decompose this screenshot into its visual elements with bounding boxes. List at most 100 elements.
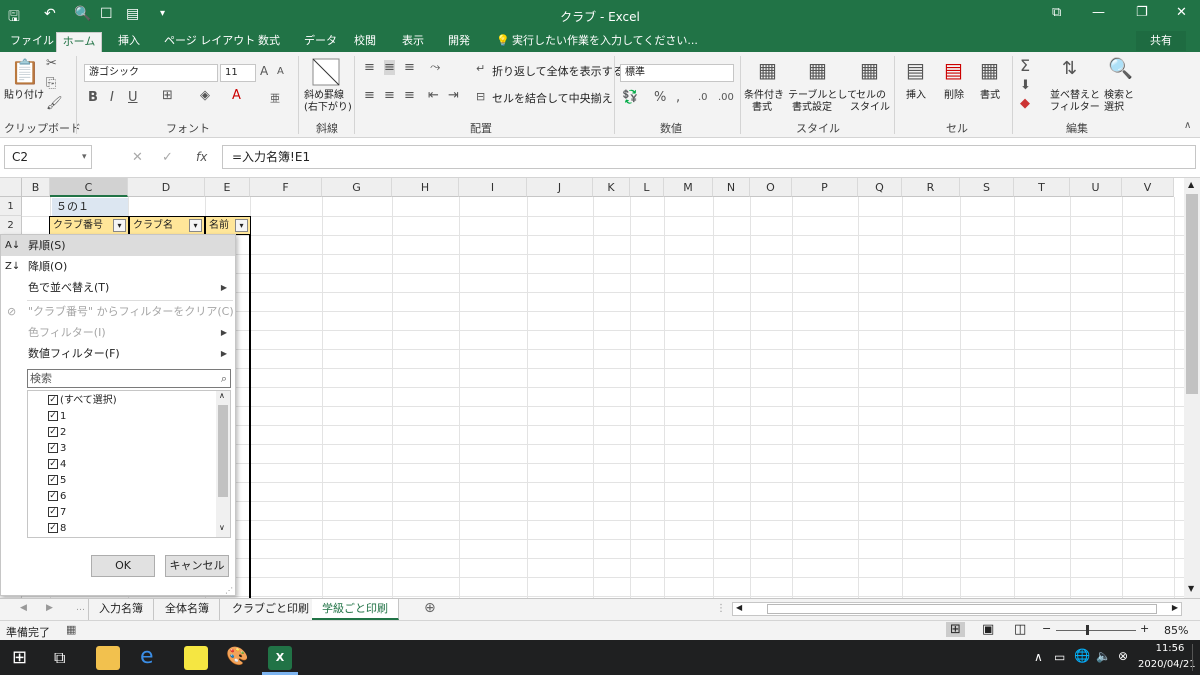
paste-button[interactable]: 貼り付け: [4, 90, 44, 102]
zoom-level[interactable]: 85%: [1164, 624, 1188, 637]
zoom-slider-thumb[interactable]: [1086, 625, 1089, 635]
name-box[interactable]: C2: [4, 145, 92, 169]
sort-filter-label-2[interactable]: フィルター: [1050, 102, 1100, 114]
table-format-label-2[interactable]: 書式設定: [792, 102, 832, 114]
insert-cells-icon[interactable]: ▤: [906, 58, 925, 82]
sheet-tab-all[interactable]: 全体名簿: [155, 599, 220, 620]
decrease-decimal-icon[interactable]: .00: [718, 92, 734, 103]
font-name-combo[interactable]: 游ゴシック: [84, 64, 218, 82]
show-hidden-icons[interactable]: ∧: [1034, 650, 1043, 664]
cell-style-icon[interactable]: ▦: [860, 58, 879, 82]
zoom-out-icon[interactable]: −: [1042, 622, 1051, 635]
conditional-format-label-2[interactable]: 書式: [752, 102, 772, 114]
border-icon[interactable]: ⊞: [162, 88, 173, 103]
filter-checkbox-item[interactable]: ✓ 8: [48, 521, 66, 537]
clock-date[interactable]: 2020/04/21: [1138, 659, 1196, 670]
autosum-icon[interactable]: Σ: [1020, 56, 1030, 75]
list-scroll-up-icon[interactable]: ∧: [219, 391, 225, 400]
orientation-icon[interactable]: ⤳: [430, 60, 440, 75]
battery-icon[interactable]: ▭: [1054, 650, 1065, 664]
find-select-icon[interactable]: 🔍: [1108, 56, 1133, 80]
clear-icon[interactable]: ◆: [1020, 96, 1030, 111]
increase-decimal-icon[interactable]: .0: [698, 92, 708, 103]
align-left-icon[interactable]: ≡: [364, 88, 375, 103]
underline-icon[interactable]: U: [128, 90, 138, 105]
excel-taskbar-icon[interactable]: X: [268, 646, 292, 670]
column-header-c[interactable]: C: [50, 178, 128, 197]
list-scrollbar[interactable]: ∧ ∨: [216, 391, 230, 537]
filter-checkbox-item[interactable]: ✓ 1: [48, 409, 66, 425]
resize-grip-icon[interactable]: ⋰: [225, 586, 233, 595]
shrink-font-icon[interactable]: A: [277, 66, 284, 77]
phonetic-icon[interactable]: 亜: [270, 90, 280, 105]
network-icon[interactable]: 🌐: [1074, 649, 1090, 664]
page-break-view-icon[interactable]: ◫: [1014, 622, 1026, 637]
conditional-format-button[interactable]: 条件付き: [744, 90, 784, 102]
sort-filter-icon[interactable]: ⇅: [1062, 58, 1077, 79]
column-header-k[interactable]: K: [593, 178, 630, 197]
tab-insert[interactable]: 挿入: [114, 32, 144, 52]
horizontal-scroll-thumb[interactable]: [767, 604, 1157, 614]
paint-icon[interactable]: 🎨: [226, 646, 248, 667]
grow-font-icon[interactable]: A: [260, 64, 268, 78]
macro-record-icon[interactable]: ▦: [66, 623, 76, 636]
minimize-icon[interactable]: —: [1092, 5, 1105, 20]
diagonal-border-icon[interactable]: [312, 58, 340, 86]
clock-time[interactable]: 11:56: [1150, 643, 1190, 654]
comma-icon[interactable]: ,: [676, 90, 680, 105]
filter-checkbox-item[interactable]: ✓ (すべて選択): [48, 393, 117, 409]
checkbox-checked-icon[interactable]: ✓: [48, 427, 58, 437]
more-sheets-icon[interactable]: …: [76, 603, 85, 613]
show-desktop[interactable]: [1192, 644, 1193, 671]
windows-start-icon[interactable]: ⊞: [12, 647, 27, 668]
page-layout-view-icon[interactable]: ▣: [982, 622, 994, 637]
filter-button-e[interactable]: ▾: [235, 219, 248, 232]
confirm-entry-icon[interactable]: ✓: [162, 150, 173, 165]
filter-checkbox-item[interactable]: ✓ 4: [48, 457, 66, 473]
merge-icon[interactable]: ⊟: [476, 90, 485, 103]
vertical-scroll-thumb[interactable]: [1186, 194, 1198, 394]
sort-descending-item[interactable]: Z↓ 降順(O): [1, 256, 235, 277]
checkbox-checked-icon[interactable]: ✓: [48, 475, 58, 485]
column-header-b[interactable]: B: [22, 178, 50, 197]
percent-icon[interactable]: %: [654, 90, 666, 105]
checkbox-checked-icon[interactable]: ✓: [48, 459, 58, 469]
volume-icon[interactable]: 🔈: [1096, 649, 1111, 663]
wrap-text-icon[interactable]: ↵: [476, 62, 485, 75]
checkbox-checked-icon[interactable]: ✓: [48, 411, 58, 421]
horizontal-scrollbar[interactable]: ◀ ▶: [732, 602, 1182, 616]
scroll-left-icon[interactable]: ◀: [736, 603, 742, 612]
cell-e2[interactable]: 名前 ▾: [205, 216, 251, 235]
wrap-text-button[interactable]: 折り返して全体を表示する: [492, 66, 624, 78]
column-header-i[interactable]: I: [459, 178, 527, 197]
bold-icon[interactable]: B: [88, 90, 98, 105]
sheet-tab-club[interactable]: クラブごと印刷: [222, 599, 320, 620]
copy-icon[interactable]: ⎘: [46, 76, 56, 91]
decrease-indent-icon[interactable]: ⇤: [428, 88, 439, 103]
tab-view[interactable]: 表示: [398, 32, 428, 52]
italic-icon[interactable]: I: [110, 90, 114, 105]
cell-c1[interactable]: ５の１: [52, 198, 128, 216]
align-middle-icon[interactable]: ≡: [384, 60, 395, 75]
tab-developer[interactable]: 開発: [444, 32, 474, 52]
filter-checkbox-item[interactable]: ✓ 2: [48, 425, 66, 441]
formula-input[interactable]: =入力名簿!E1: [222, 145, 1196, 169]
column-header-f[interactable]: F: [250, 178, 322, 197]
column-header-m[interactable]: M: [664, 178, 713, 197]
insert-button[interactable]: 挿入: [906, 90, 926, 102]
next-sheet-icon[interactable]: ▶: [46, 603, 53, 613]
sort-filter-button[interactable]: 並べ替えと: [1050, 90, 1100, 102]
column-header-p[interactable]: P: [792, 178, 858, 197]
column-header-g[interactable]: G: [322, 178, 392, 197]
column-header-o[interactable]: O: [750, 178, 792, 197]
column-header-j[interactable]: J: [527, 178, 593, 197]
checkbox-checked-icon[interactable]: ✓: [48, 523, 58, 533]
column-header-q[interactable]: Q: [858, 178, 902, 197]
column-header-e[interactable]: E: [205, 178, 250, 197]
cell-c2[interactable]: クラブ番号 ▾: [49, 216, 129, 235]
column-header-d[interactable]: D: [128, 178, 205, 197]
zoom-in-icon[interactable]: +: [1140, 622, 1149, 635]
ok-button[interactable]: OK: [91, 555, 155, 577]
column-header-t[interactable]: T: [1014, 178, 1070, 197]
normal-view-icon[interactable]: ⊞: [946, 622, 965, 637]
